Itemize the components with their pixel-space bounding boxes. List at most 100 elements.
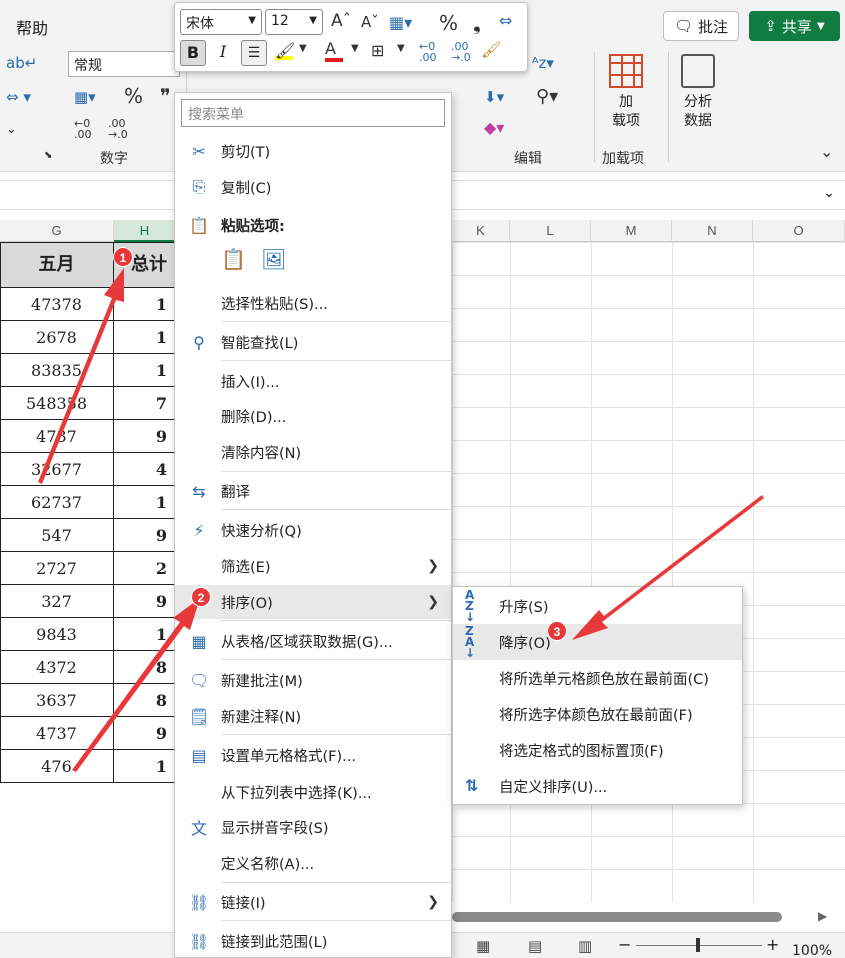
fill-color-icon[interactable]: 🖌 — [275, 41, 295, 60]
wrap-text-icon[interactable]: ab↵ — [6, 54, 37, 72]
table-cell[interactable]: 548358 — [0, 387, 114, 420]
table-cell[interactable]: 2727 — [0, 552, 114, 585]
table-cell[interactable]: 327 — [0, 585, 114, 618]
table-cell[interactable]: 8 — [114, 651, 176, 684]
autosum-icon[interactable]: ᴬz▾ — [532, 54, 554, 72]
font-size-select[interactable]: 12 ▼ — [265, 9, 323, 35]
submenu-item-cell-color-on-top[interactable]: 将所选单元格颜色放在最前面(C) — [453, 660, 742, 696]
format-painter-icon[interactable]: 🖌 — [481, 40, 501, 59]
number-format-select[interactable]: 常规 — [68, 51, 180, 77]
page-break-icon[interactable]: ▥ — [578, 937, 592, 955]
column-header-h[interactable]: H — [114, 220, 176, 242]
menu-item-cut[interactable]: ✂ 剪切(T) — [175, 134, 451, 168]
table-cell[interactable]: 47378 — [0, 288, 114, 321]
menu-item-translate[interactable]: ⇆ 翻译 — [175, 474, 451, 508]
submenu-item-icon-on-top[interactable]: 将选定格式的图标置顶(F) — [453, 732, 742, 768]
menu-item-link[interactable]: ⛓ 链接(I) ❯ — [175, 885, 451, 919]
comment-button[interactable]: 🗨 批注 — [663, 11, 739, 41]
dialog-launcher-icon[interactable]: ⬊ — [44, 150, 52, 161]
menu-item-pick-from-dropdown[interactable]: 从下拉列表中选择(K)... — [175, 775, 451, 809]
menu-item-filter[interactable]: 筛选(E) ❯ — [175, 549, 451, 583]
menu-item-quick-analysis[interactable]: ⚡ 快速分析(Q) — [175, 513, 451, 547]
column-header-g[interactable]: G — [0, 220, 114, 242]
table-cell[interactable]: 62737 — [0, 486, 114, 519]
table-cell[interactable]: 4737 — [0, 717, 114, 750]
column-header-n[interactable]: N — [672, 220, 753, 242]
font-color-icon[interactable]: A — [325, 39, 343, 62]
menu-search-input[interactable]: 搜索菜单 — [181, 99, 445, 127]
header-cell-may[interactable]: 五月 — [0, 242, 114, 288]
menu-item-get-data-from-table[interactable]: ▦ 从表格/区域获取数据(G)... — [175, 624, 451, 658]
tab-help[interactable]: 帮助 — [16, 15, 48, 39]
menu-item-smart-lookup[interactable]: ⚲ 智能查找(L) — [175, 325, 451, 359]
column-header-m[interactable]: M — [591, 220, 672, 242]
increase-font-icon[interactable]: Aˆ — [331, 11, 351, 31]
bold-button[interactable]: B — [180, 40, 206, 66]
percent-icon[interactable]: % — [124, 84, 143, 108]
table-cell[interactable]: 4 — [114, 453, 176, 486]
menu-item-new-comment[interactable]: 🗨 新建批注(M) — [175, 663, 451, 697]
align-center-icon[interactable]: ☰ — [241, 40, 267, 66]
chevron-down-icon[interactable]: ▼ — [299, 43, 307, 54]
font-name-select[interactable]: 宋体 ▼ — [180, 9, 262, 35]
zoom-out-icon[interactable]: − — [618, 935, 631, 954]
find-icon[interactable]: ⚲▾ — [536, 86, 558, 107]
page-layout-icon[interactable]: ▤ — [528, 937, 542, 955]
submenu-item-sort-descending[interactable]: ZA ↓ 降序(O) — [453, 624, 742, 660]
table-cell[interactable]: 9 — [114, 717, 176, 750]
clear-icon[interactable]: ◆▾ — [484, 118, 504, 137]
borders-icon[interactable]: ⊞ — [371, 41, 384, 60]
zoom-slider-thumb[interactable] — [696, 938, 700, 952]
table-cell[interactable]: 9 — [114, 519, 176, 552]
column-header-k[interactable]: K — [452, 220, 510, 242]
paste-picture-icon[interactable]: 🖼 — [261, 247, 286, 271]
chevron-down-icon[interactable]: ▼ — [351, 43, 359, 54]
addins-button[interactable]: 加 载项 — [606, 54, 646, 131]
menu-item-paste-special[interactable]: 选择性粘贴(S)... — [175, 286, 451, 320]
chevron-down-icon[interactable]: ▼ — [397, 43, 405, 54]
increase-decimal-icon[interactable]: ←0.00 — [419, 41, 437, 63]
table-cell[interactable]: 2678 — [0, 321, 114, 354]
decrease-font-icon[interactable]: Aˇ — [361, 13, 379, 31]
menu-item-delete[interactable]: 删除(D)... — [175, 399, 451, 433]
table-cell[interactable]: 4737 — [0, 420, 114, 453]
menu-item-define-name[interactable]: 定义名称(A)... — [175, 846, 451, 880]
merge-cells-icon[interactable]: ⇔ ▾ — [6, 88, 31, 106]
menu-item-clear-contents[interactable]: 清除内容(N) — [175, 435, 451, 469]
percent-icon[interactable]: % — [439, 11, 458, 35]
table-cell[interactable]: 1 — [114, 288, 176, 321]
scroll-right-icon[interactable]: ▶ — [818, 909, 827, 923]
collapse-ribbon-icon[interactable]: ⌄ — [820, 142, 833, 161]
decrease-decimal-icon[interactable]: .00 →.0 — [451, 41, 471, 63]
menu-item-sort[interactable]: 排序(O) ❯ — [175, 585, 451, 619]
italic-button[interactable]: I — [211, 40, 235, 66]
analyze-data-button[interactable]: 分析 数据 — [676, 54, 720, 131]
zoom-level[interactable]: 100% — [792, 943, 832, 958]
table-cell[interactable]: 2 — [114, 552, 176, 585]
comma-style-icon[interactable]: ❞ — [160, 84, 171, 108]
submenu-item-font-color-on-top[interactable]: 将所选字体颜色放在最前面(F) — [453, 696, 742, 732]
horizontal-scrollbar[interactable] — [452, 912, 782, 922]
chevron-down-icon[interactable]: ⌄ — [6, 122, 17, 137]
submenu-item-sort-ascending[interactable]: AZ ↓ 升序(S) — [453, 588, 742, 624]
menu-item-insert[interactable]: 插入(I)... — [175, 364, 451, 398]
table-cell[interactable]: 9843 — [0, 618, 114, 651]
menu-item-format-cells[interactable]: ▤ 设置单元格格式(F)... — [175, 738, 451, 772]
column-header-l[interactable]: L — [510, 220, 591, 242]
share-button[interactable]: ⇪ 共享 ▼ — [749, 11, 840, 41]
paste-icon[interactable]: 📋 — [221, 247, 246, 271]
table-cell[interactable]: 4372 — [0, 651, 114, 684]
table-cell[interactable]: 83835 — [0, 354, 114, 387]
expand-formula-icon[interactable]: ⌄ — [823, 185, 835, 201]
zoom-in-icon[interactable]: + — [766, 935, 779, 954]
table-cell[interactable]: 8 — [114, 684, 176, 717]
table-cell[interactable]: 32677 — [0, 453, 114, 486]
number-format-icon[interactable]: ▦▾ — [389, 13, 412, 32]
table-cell[interactable]: 476 — [0, 750, 114, 783]
menu-item-new-note[interactable]: 🗒 新建注释(N) — [175, 699, 451, 733]
decrease-decimal-icon[interactable]: .00 →.0 — [108, 118, 128, 140]
table-cell[interactable]: 1 — [114, 618, 176, 651]
increase-decimal-icon[interactable]: ←0.00 — [74, 118, 92, 140]
submenu-item-custom-sort[interactable]: ⇅ 自定义排序(U)... — [453, 768, 742, 804]
table-cell[interactable]: 1 — [114, 750, 176, 783]
